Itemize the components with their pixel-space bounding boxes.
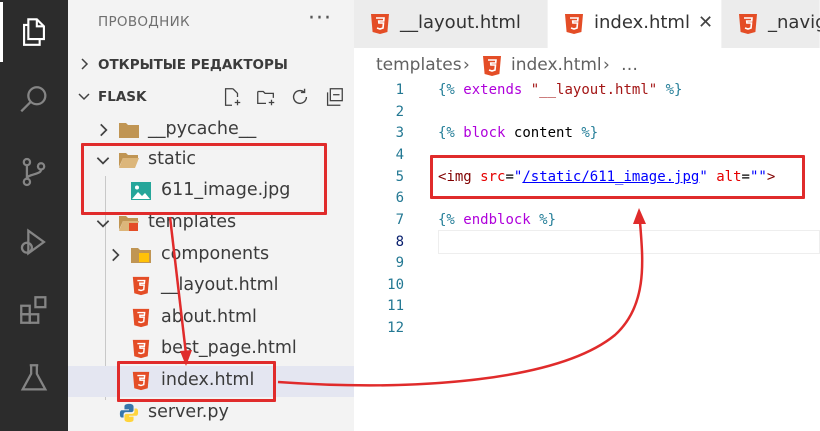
code-token: %} — [581, 125, 599, 141]
code-token: endblock — [463, 212, 531, 228]
line-number: 12 — [387, 320, 404, 336]
code-token: %} — [665, 82, 683, 98]
tab-layout-html[interactable]: __layout.html — [354, 0, 548, 48]
python-file-icon — [119, 403, 139, 423]
breadcrumb-file[interactable]: index.html — [511, 55, 602, 75]
code-line-1[interactable]: {% extends "__layout.html" %} — [438, 82, 682, 98]
current-line-highlight — [438, 230, 820, 254]
annotation-box-img-tag — [430, 155, 805, 199]
tree-item-layout-html[interactable]: __layout.html — [68, 271, 354, 302]
tree-item-label: components — [161, 244, 270, 264]
line-number: 6 — [395, 190, 404, 206]
new-file-icon[interactable] — [215, 85, 249, 109]
chevron-right-icon — [100, 123, 108, 137]
tab-bar: __layout.html index.html ✕ _navig — [354, 0, 820, 48]
chevron-down-icon — [78, 93, 90, 101]
tab-label: __layout.html — [400, 12, 521, 33]
code-token: block — [463, 125, 506, 141]
html-file-icon — [132, 276, 150, 296]
search-icon[interactable] — [0, 70, 68, 130]
tree-item-label: server.py — [148, 402, 229, 422]
extensions-icon[interactable] — [0, 280, 68, 340]
breadcrumb-more[interactable]: … — [621, 55, 638, 75]
code-token: content — [513, 125, 573, 141]
line-number: 9 — [395, 255, 404, 271]
html-file-icon — [565, 14, 583, 34]
html-file-icon — [132, 339, 150, 359]
templates-folder-icon — [119, 216, 139, 231]
annotation-box-index — [117, 361, 276, 402]
chevron-right-icon — [81, 58, 89, 70]
breadcrumb-separator: › — [463, 55, 470, 75]
code-token: extends — [463, 82, 523, 98]
collapse-all-icon[interactable] — [317, 85, 351, 109]
line-number: 3 — [395, 125, 404, 141]
tab-navig[interactable]: _navig — [722, 0, 820, 48]
line-number: 4 — [395, 147, 404, 163]
folder-actions — [215, 85, 351, 109]
activity-bar — [0, 0, 68, 431]
code-line-3[interactable]: {% block content %} — [438, 125, 598, 141]
tree-item-components[interactable]: components — [68, 240, 354, 271]
open-editors-label: ОТКРЫТЫЕ РЕДАКТОРЫ — [98, 57, 288, 73]
testing-icon[interactable] — [0, 348, 68, 408]
breadcrumb-separator: › — [603, 55, 610, 75]
line-number: 10 — [387, 277, 404, 293]
tree-item-label: __layout.html — [161, 275, 279, 295]
line-number: 1 — [395, 82, 404, 98]
source-control-icon[interactable] — [0, 142, 68, 202]
html-file-icon — [132, 308, 150, 328]
open-editors-section[interactable]: ОТКРЫТЫЕ РЕДАКТОРЫ — [68, 51, 354, 81]
more-actions-icon[interactable]: ··· — [308, 6, 332, 31]
tree-item-label: __pycache__ — [148, 119, 257, 139]
line-number: 2 — [395, 104, 404, 120]
tree-item-pycache[interactable]: __pycache__ — [68, 115, 354, 146]
tab-label: index.html — [594, 12, 690, 33]
refresh-icon[interactable] — [283, 85, 317, 109]
components-folder-icon — [131, 248, 151, 263]
line-number: 7 — [395, 212, 404, 228]
breadcrumb-folder[interactable]: templates — [376, 55, 462, 75]
chevron-right-icon — [112, 248, 120, 262]
run-debug-icon[interactable] — [0, 212, 68, 272]
code-token: {% — [438, 125, 455, 141]
code-token: {% — [438, 212, 455, 228]
folder-icon — [119, 123, 139, 138]
files-icon[interactable] — [0, 2, 68, 62]
code-line-7[interactable]: {% endblock %} — [438, 212, 556, 228]
html-file-icon — [739, 14, 757, 34]
tree-item-label: about.html — [161, 307, 257, 327]
code-token: %} — [539, 212, 557, 228]
code-token: "__layout.html" — [530, 82, 658, 98]
annotation-box-static — [81, 143, 327, 215]
tree-item-label: templates — [148, 212, 237, 232]
explorer-title: ПРОВОДНИК — [98, 14, 190, 30]
new-folder-icon[interactable] — [249, 85, 283, 109]
folder-label: FLASK — [98, 89, 147, 105]
tree-item-about-html[interactable]: about.html — [68, 303, 354, 334]
code-token: {% — [438, 82, 455, 98]
tree-item-server-py[interactable]: server.py — [68, 398, 354, 429]
html-file-icon — [371, 14, 389, 34]
html-file-icon — [483, 56, 501, 76]
tab-index-html[interactable]: index.html ✕ — [548, 0, 722, 48]
line-number: 8 — [395, 234, 404, 250]
line-number: 11 — [387, 298, 404, 314]
tab-label: _navig — [768, 12, 820, 33]
chevron-down-icon — [96, 220, 110, 228]
close-icon[interactable]: ✕ — [698, 12, 713, 33]
tree-item-label: best_page.html — [161, 338, 297, 358]
line-number: 5 — [395, 169, 404, 185]
